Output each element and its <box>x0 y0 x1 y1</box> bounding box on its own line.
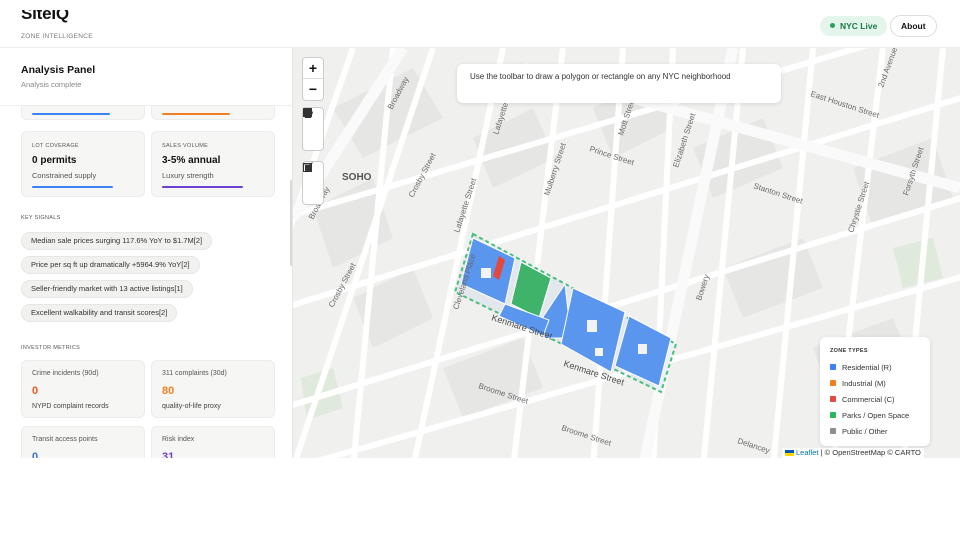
legend-label: Commercial (C) <box>842 395 895 404</box>
card-sub: Constrained supply <box>32 171 97 180</box>
complaints-card: 311 complaints (30d) 80 quality-of-life … <box>151 360 275 418</box>
live-label: NYC Live <box>840 21 878 31</box>
transit-access-card: Transit access points 0 <box>21 426 145 458</box>
delete-layers-button[interactable] <box>303 163 323 204</box>
panel-subtitle: Analysis complete <box>21 80 82 89</box>
app: SiteIQ ZONE INTELLIGENCE NYC Live About … <box>0 0 960 458</box>
zoom-in-button[interactable]: + <box>303 58 323 79</box>
signal-chip[interactable]: Excellent walkability and transit scores… <box>21 304 178 322</box>
sales-volume-card: SALES VOLUME 3-5% annual Luxury strength <box>151 131 275 197</box>
legend-label: Public / Other <box>842 427 888 436</box>
metric-label: Risk index <box>162 436 195 443</box>
legend-label: Parks / Open Space <box>842 411 910 420</box>
investor-metrics-heading: INVESTOR METRICS <box>21 345 81 351</box>
rectangle-icon <box>303 108 312 117</box>
progress-bar <box>162 113 230 115</box>
edit-toolbar <box>302 161 324 205</box>
signal-chip[interactable]: Price per sq ft up dramatically +5964.9%… <box>21 256 200 274</box>
legend-label: Residential (R) <box>842 363 892 372</box>
attribution-text: | © OpenStreetMap © CARTO <box>820 448 921 457</box>
signal-chip[interactable]: Seller-friendly market with 13 active li… <box>21 280 193 298</box>
metric-value: 31 <box>162 451 175 458</box>
swatch-icon <box>830 412 836 419</box>
map-view[interactable]: East Houston Street 2nd Avenue Chrystie … <box>293 48 960 458</box>
brand-name: SiteIQ <box>21 10 69 23</box>
metric-value: 80 <box>162 385 175 397</box>
risk-index-card: Risk index 31 <box>151 426 275 458</box>
lot-coverage-card: LOT COVERAGE 0 permits Constrained suppl… <box>21 131 145 197</box>
panel-title: Analysis Panel <box>21 64 96 76</box>
metric-value: 0 <box>32 451 39 458</box>
swatch-icon <box>830 380 836 387</box>
legend-title: ZONE TYPES <box>830 348 868 354</box>
metric-label: Transit access points <box>32 436 98 443</box>
card-sub: Luxury strength <box>162 171 214 180</box>
draw-hint-banner: Use the toolbar to draw a polygon or rec… <box>457 64 781 103</box>
progress-bar <box>32 113 110 115</box>
analysis-panel: Analysis Panel Analysis complete LOT COV… <box>0 48 293 458</box>
metric-sub: quality-of-life proxy <box>162 403 221 410</box>
metric-sub: NYPD complaint records <box>32 403 109 410</box>
metric-label: 311 complaints (30d) <box>162 370 227 377</box>
brand-tagline: ZONE INTELLIGENCE <box>21 33 93 40</box>
trash-icon <box>304 163 312 172</box>
zone-legend: ZONE TYPES Residential (R) Industrial (M… <box>820 337 930 446</box>
metric-label: Crime incidents (90d) <box>32 370 99 377</box>
card-label: SALES VOLUME <box>162 143 209 149</box>
leaflet-link[interactable]: Leaflet <box>796 448 819 457</box>
legend-label: Industrial (M) <box>842 379 886 388</box>
about-button[interactable]: About <box>890 15 937 37</box>
draw-toolbar <box>302 107 324 151</box>
zoom-control: + − <box>302 57 324 101</box>
panel-header: Analysis Panel Analysis complete <box>0 48 292 106</box>
signal-chip[interactable]: Median sale prices surging 117.6% YoY to… <box>21 232 213 250</box>
swatch-icon <box>830 396 836 403</box>
legend-item-commercial: Commercial (C) <box>830 395 895 404</box>
progress-bar <box>162 186 244 188</box>
swatch-icon <box>830 428 836 435</box>
brand-logo[interactable]: SiteIQ <box>21 10 69 28</box>
live-status-badge: NYC Live <box>820 16 888 36</box>
draw-rectangle-button[interactable] <box>303 108 323 150</box>
crime-incidents-card: Crime incidents (90d) 0 NYPD complaint r… <box>21 360 145 418</box>
card-value: 3-5% annual <box>162 155 221 166</box>
legend-item-public: Public / Other <box>830 427 887 436</box>
card-value: 0 permits <box>32 155 77 166</box>
legend-item-parks: Parks / Open Space <box>830 411 909 420</box>
card-label: LOT COVERAGE <box>32 143 79 149</box>
legend-item-residential: Residential (R) <box>830 363 892 372</box>
zoom-out-button[interactable]: − <box>303 79 323 100</box>
key-signals-heading: KEY SIGNALS <box>21 215 61 221</box>
flag-icon <box>785 449 794 456</box>
metric-value: 0 <box>32 385 39 397</box>
top-header: SiteIQ ZONE INTELLIGENCE NYC Live About <box>0 0 960 48</box>
swatch-icon <box>830 364 836 371</box>
progress-bar <box>32 186 114 188</box>
map-attribution: Leaflet | © OpenStreetMap © CARTO <box>782 448 924 458</box>
neighborhood-label: SOHO <box>342 172 372 183</box>
live-dot-icon <box>830 23 835 29</box>
legend-item-industrial: Industrial (M) <box>830 379 886 388</box>
